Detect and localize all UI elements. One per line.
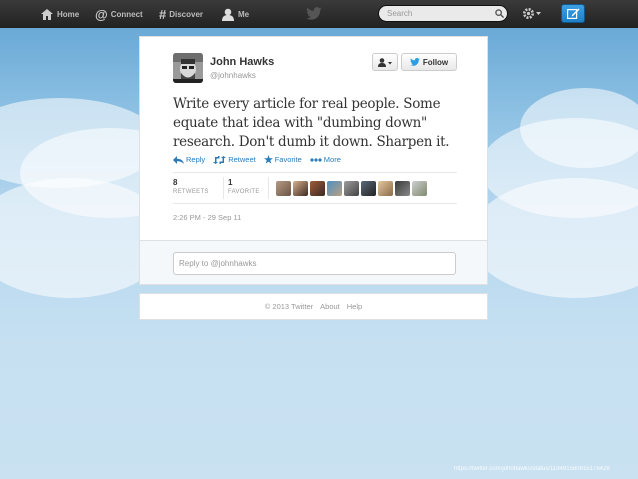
retweet-label: Retweet xyxy=(228,155,256,164)
reply-label: Reply xyxy=(186,155,206,164)
home-icon xyxy=(41,8,53,20)
retweets-count: 8 xyxy=(173,178,178,187)
user-actions-button[interactable] xyxy=(372,53,398,71)
retweets-stat[interactable]: 8 RETWEETS xyxy=(173,178,209,195)
me-icon xyxy=(222,8,234,21)
more-label: More xyxy=(323,155,341,164)
footer-help-link[interactable]: Help xyxy=(347,302,362,311)
nav-home[interactable]: Home xyxy=(41,7,79,21)
avatar[interactable] xyxy=(293,181,308,196)
cloud xyxy=(520,88,638,168)
nav-connect-label: Connect xyxy=(110,9,143,19)
more-action[interactable]: More xyxy=(310,155,341,164)
nav-home-label: Home xyxy=(57,9,80,19)
divider xyxy=(223,177,224,199)
follow-button[interactable]: Follow xyxy=(401,53,457,71)
avatar[interactable] xyxy=(344,181,359,196)
favorite-label: Favorite xyxy=(274,155,302,164)
avatar[interactable] xyxy=(395,181,410,196)
search-icon[interactable] xyxy=(495,9,504,18)
top-nav-bar: Home @ Connect # Discover Me xyxy=(0,0,638,29)
retweeter-avatars xyxy=(276,181,427,196)
nav-discover-label: Discover xyxy=(169,9,204,19)
nav-connect[interactable]: @ Connect xyxy=(95,6,143,22)
nav-discover[interactable]: # Discover xyxy=(159,6,204,22)
footer-about-link[interactable]: About xyxy=(320,302,340,311)
cloud xyxy=(470,178,638,298)
twitter-bird-icon[interactable] xyxy=(306,7,322,20)
gear-icon xyxy=(523,8,541,19)
favorite-icon xyxy=(263,155,273,164)
author-name[interactable]: John Hawks xyxy=(210,56,274,68)
source-url: https://twitter.com/johnhawks/status/119… xyxy=(454,466,610,472)
reply-action[interactable]: Reply xyxy=(173,155,205,164)
footer-copyright: © 2013 Twitter xyxy=(264,302,314,311)
favorites-stat[interactable]: 1 FAVORITE xyxy=(228,178,260,195)
user-actions-icon xyxy=(378,57,392,67)
compose-button[interactable] xyxy=(561,4,585,23)
compose-icon xyxy=(566,8,579,19)
more-icon xyxy=(310,157,322,162)
divider xyxy=(173,203,457,204)
retweet-action[interactable]: Retweet xyxy=(213,155,256,164)
divider xyxy=(268,177,269,199)
avatar[interactable] xyxy=(276,181,291,196)
tweet-card: John Hawks @johnhawks Follow Write every… xyxy=(139,36,488,241)
tweet-actions: Reply Retweet Favorite More xyxy=(173,155,341,164)
avatar[interactable] xyxy=(412,181,427,196)
author-handle[interactable]: @johnhawks xyxy=(210,71,256,80)
footer: © 2013 Twitter About Help xyxy=(139,293,488,320)
retweets-label: RETWEETS xyxy=(173,189,209,195)
favorites-count: 1 xyxy=(228,178,233,187)
tweet-timestamp[interactable]: 2:26 PM - 29 Sep 11 xyxy=(173,213,241,222)
discover-icon: # xyxy=(159,6,167,22)
avatar[interactable] xyxy=(310,181,325,196)
follow-button-label: Follow xyxy=(422,57,449,67)
tweet-text: Write every article for real people. Som… xyxy=(173,96,450,150)
nav-me[interactable]: Me xyxy=(222,7,249,21)
nav-me-label: Me xyxy=(238,9,250,19)
settings-menu[interactable] xyxy=(522,7,542,25)
search-input[interactable] xyxy=(387,9,495,18)
retweet-icon xyxy=(213,155,227,164)
favorite-action[interactable]: Favorite xyxy=(263,155,302,164)
divider xyxy=(173,172,457,173)
connect-icon: @ xyxy=(95,6,108,22)
reply-panel: Reply to @johnhawks xyxy=(139,240,488,285)
favorites-label: FAVORITE xyxy=(228,189,260,195)
reply-input[interactable]: Reply to @johnhawks xyxy=(173,252,456,275)
reply-icon xyxy=(173,155,184,164)
twitter-bird-icon xyxy=(410,58,420,66)
avatar[interactable] xyxy=(327,181,342,196)
avatar[interactable] xyxy=(361,181,376,196)
search-box[interactable] xyxy=(378,5,508,22)
avatar[interactable] xyxy=(378,181,393,196)
avatar[interactable] xyxy=(173,53,203,83)
